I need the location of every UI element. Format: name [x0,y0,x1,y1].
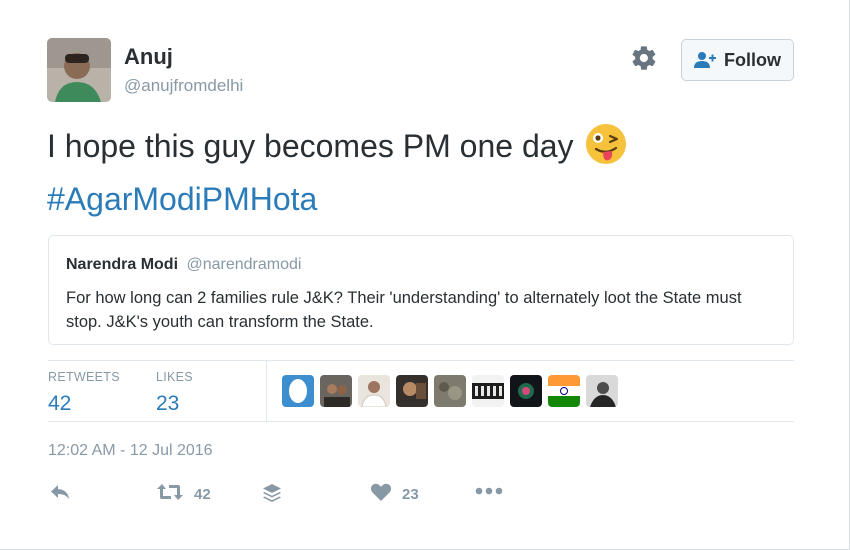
like-button[interactable]: 23 [370,482,419,507]
author-handle[interactable]: @anujfromdelhi [124,76,243,96]
like-count: 23 [402,486,419,503]
retweet-count: 42 [194,486,211,503]
reply-button[interactable] [48,482,72,507]
likes-stat[interactable]: LIKES 23 [156,370,193,416]
liker-avatar[interactable] [586,375,618,407]
buffer-button[interactable] [261,482,283,509]
stats-divider [266,361,267,421]
tweet-text: I hope this guy becomes PM one day #Agar… [47,122,747,221]
follow-person-icon [694,51,716,69]
follow-label: Follow [724,49,781,70]
liker-avatar[interactable] [320,375,352,407]
quoted-author-name: Narendra Modi [66,256,179,273]
liker-avatar[interactable] [472,375,504,407]
hashtag-link[interactable]: #AgarModiPMHota [47,177,747,221]
retweets-label: RETWEETS [48,370,120,384]
liker-avatar[interactable] [396,375,428,407]
author-avatar[interactable] [47,38,111,102]
retweet-button[interactable]: 42 [156,482,211,507]
liker-avatars [282,375,618,407]
tweet-card: Anuj @anujfromdelhi Follow I hope this g… [0,0,850,550]
liker-avatar[interactable] [510,375,542,407]
tweet-body: I hope this guy becomes PM one day [47,128,574,164]
reply-icon [48,482,72,507]
gear-icon[interactable] [630,44,658,72]
quoted-author-handle: @narendramodi [186,256,302,273]
quoted-tweet-header: Narendra Modi @narendramodi [66,256,301,274]
tweet-stats: RETWEETS 42 LIKES 23 [48,360,794,422]
quoted-tweet-text: For how long can 2 families rule J&K? Th… [66,289,742,331]
liker-avatar[interactable] [282,375,314,407]
likes-label: LIKES [156,370,193,384]
tweet-timestamp[interactable]: 12:02 AM - 12 Jul 2016 [48,442,213,460]
buffer-icon [261,482,283,509]
liker-avatar[interactable] [548,375,580,407]
follow-button[interactable]: Follow [681,39,794,81]
quoted-tweet[interactable]: Narendra Modi @narendramodi For how long… [48,235,794,345]
tongue-emoji [584,122,628,177]
more-icon [475,482,503,500]
liker-avatar[interactable] [434,375,466,407]
likes-value: 23 [156,392,180,415]
more-button[interactable] [475,482,503,500]
heart-icon [370,482,392,507]
author-name[interactable]: Anuj [124,44,173,70]
liker-avatar[interactable] [358,375,390,407]
retweets-value: 42 [48,392,72,415]
retweets-stat[interactable]: RETWEETS 42 [48,370,120,416]
retweet-icon [156,482,184,507]
